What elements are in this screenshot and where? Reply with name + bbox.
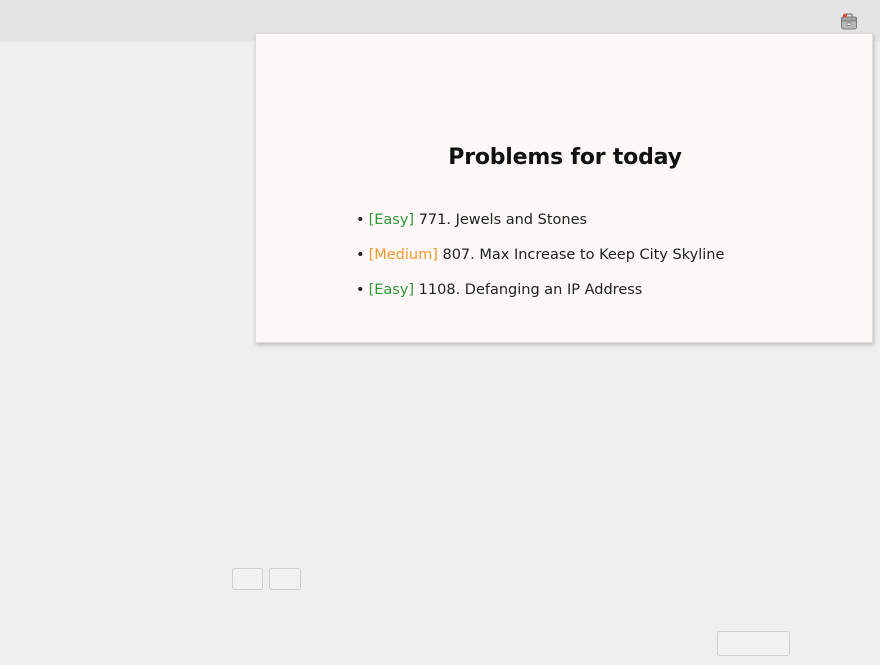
- toolbox-icon[interactable]: [840, 12, 858, 30]
- problems-popup: Problems for today • [Easy] 771. Jewels a…: [255, 33, 873, 343]
- ghost-button-bottom[interactable]: [717, 631, 790, 656]
- popup-title: Problems for today: [448, 145, 682, 170]
- ghost-button-left[interactable]: [232, 568, 263, 590]
- difficulty-label: [Medium]: [368, 247, 438, 263]
- bullet: •: [356, 212, 365, 228]
- bullet: •: [356, 282, 365, 298]
- bullet: •: [356, 247, 365, 263]
- problem-item[interactable]: • [Medium] 807. Max Increase to Keep City…: [356, 245, 724, 280]
- difficulty-label: [Easy]: [368, 282, 415, 298]
- problem-list: • [Easy] 771. Jewels and Stones • [Medium]…: [356, 210, 724, 315]
- difficulty-label: [Easy]: [368, 212, 415, 228]
- ghost-button-right[interactable]: [269, 568, 301, 590]
- problem-title[interactable]: 771. Jewels and Stones: [419, 212, 587, 228]
- problem-title[interactable]: 1108. Defanging an IP Address: [419, 282, 643, 298]
- problem-title[interactable]: 807. Max Increase to Keep City Skyline: [442, 247, 724, 263]
- problem-item[interactable]: • [Easy] 771. Jewels and Stones: [356, 210, 724, 245]
- problem-item[interactable]: • [Easy] 1108. Defanging an IP Address: [356, 280, 724, 315]
